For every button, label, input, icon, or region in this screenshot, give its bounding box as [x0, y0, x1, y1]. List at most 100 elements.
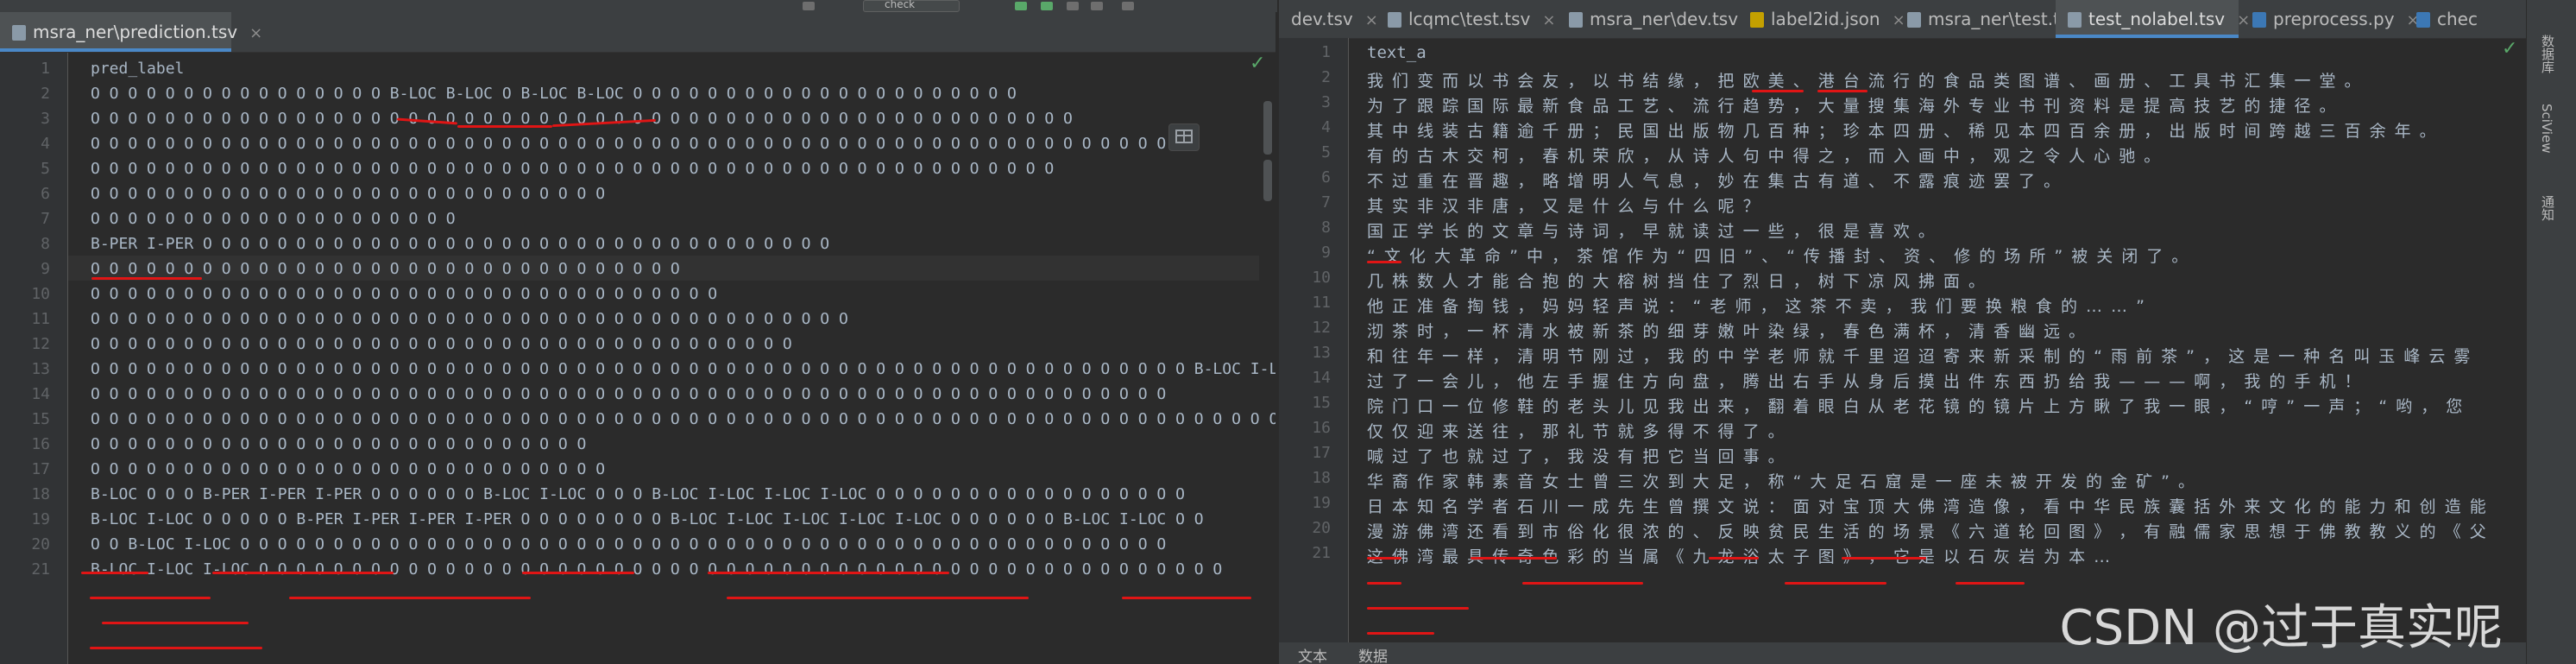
right-tool-sidebar: 数据库 SciView 通知: [2526, 0, 2576, 664]
text-line[interactable]: 日 本 知 名 学 者 石 川 一 成 先 生 曾 撰 文 说 ： 面 对 宝 …: [1367, 494, 2488, 517]
text-line[interactable]: 国 正 学 长 的 文 章 与 诗 词 ， 早 就 读 过 一 些 ， 很 是 …: [1367, 218, 1937, 242]
vertical-scrollbar-thumb[interactable]: [1263, 101, 1272, 155]
left-code-editor[interactable]: 1 pred_label 2 O O O O O O O O O O O O O O …: [0, 53, 1275, 664]
inspection-ok-icon[interactable]: ✓: [2502, 38, 2517, 60]
debug-icon[interactable]: [1041, 2, 1053, 10]
code-line[interactable]: B-LOC I-LOC O O O O O B-PER I-PER I-PER …: [91, 510, 1204, 528]
sidebar-database[interactable]: 数据库: [2539, 35, 2557, 73]
text-line[interactable]: 喊 过 了 也 就 过 了 ， 我 没 有 把 它 当 回 事 。: [1367, 444, 1786, 467]
table-view-icon[interactable]: [1168, 123, 1200, 151]
code-line[interactable]: O O O O O O O O O O O O O O O O O O O O …: [91, 185, 605, 203]
text-line[interactable]: text_a: [1367, 43, 1427, 62]
code-line[interactable]: O O O O O O O O O O O O O O O O O O O O …: [91, 385, 1166, 403]
stop-icon[interactable]: [1122, 2, 1134, 10]
coverage-icon[interactable]: [1067, 2, 1079, 10]
tab-msra-ner-test-tsv[interactable]: msra_ner\test.tsv×: [1895, 0, 2104, 38]
code-line[interactable]: O O O O O O O O O O O O O O O O O O O O …: [91, 310, 848, 328]
annotation-underline: [90, 597, 211, 599]
text-line[interactable]: 院 门 口 一 位 修 鞋 的 老 头 儿 见 我 出 来 ， 翻 着 眼 白 …: [1367, 394, 2464, 417]
text-line[interactable]: 我 们 变 而 以 书 会 友 ， 以 书 结 缘 ， 把 欧 美 、 港 台 …: [1367, 68, 2363, 92]
line-number: 2: [1321, 68, 1331, 86]
tab-msra-ner-dev-tsv[interactable]: msra_ner\dev.tsv×: [1557, 0, 1763, 38]
text-line[interactable]: 漫 游 佛 湾 还 看 到 市 俗 化 很 浓 的 、 反 映 贫 民 生 活 …: [1367, 519, 2488, 542]
code-line[interactable]: B-LOC O O O B-PER I-PER I-PER O O O O O …: [91, 485, 1185, 503]
watermark: CSDN @过于真实呢: [2059, 600, 2503, 656]
tsv-file-icon: [1569, 12, 1583, 28]
annotation-underline: [212, 572, 394, 574]
text-line[interactable]: “ 文 化 大 革 命 ” 中 ， 茶 馆 作 为 “ 四 旧 ” 、 “ 传 …: [1367, 243, 2189, 267]
toolbar-icon[interactable]: [803, 2, 815, 10]
text-line[interactable]: 有 的 古 木 交 柯 ， 春 机 荣 欣 ， 从 诗 人 句 中 得 之 ， …: [1367, 143, 2162, 167]
inspection-ok-icon[interactable]: ✓: [1250, 53, 1265, 74]
text-line[interactable]: 其 实 非 汉 非 唐 ， 又 是 什 么 与 什 么 呢 ？: [1367, 193, 1761, 217]
profile-icon[interactable]: [1091, 2, 1103, 10]
code-line[interactable]: B-LOC I-LOC I-LOC O O O O O O O O O O O …: [91, 560, 1222, 579]
code-line[interactable]: O O O O O O O O O O O O O O O O B-LOC B-…: [91, 85, 1017, 103]
tab-prediction-tsv[interactable]: msra_ner\prediction.tsv ×: [0, 12, 262, 52]
sidebar-sciview[interactable]: SciView: [2539, 104, 2554, 154]
line-number: 9: [41, 260, 50, 278]
annotation-underline: [1367, 582, 1401, 585]
code-line[interactable]: O O O O O O O O O O O O O O O O O O O O …: [91, 360, 1275, 378]
tab-text[interactable]: 文本: [1298, 644, 1327, 664]
line-number: 20: [31, 535, 50, 553]
sidebar-notifications[interactable]: 通知: [2539, 195, 2557, 221]
code-line[interactable]: O O O O O O O O O O O O O O O O O O O O …: [91, 410, 1275, 428]
line-number: 7: [1321, 193, 1331, 212]
text-line[interactable]: 过 了 一 会 儿 ， 他 左 手 握 住 方 向 盘 ， 腾 出 右 手 从 …: [1367, 369, 2363, 392]
tsv-file-icon: [1388, 12, 1401, 28]
text-line[interactable]: 仅 仅 迎 来 送 往 ， 那 礼 节 就 多 得 不 得 了 。: [1367, 419, 1786, 442]
code-line[interactable]: B-PER I-PER O O O O O O O O O O O O O O …: [91, 235, 829, 253]
close-icon[interactable]: ×: [1542, 11, 1555, 29]
text-line[interactable]: 和 往 年 一 样 ， 清 明 节 刚 过 ， 我 的 中 学 老 师 就 千 …: [1367, 344, 2472, 367]
run-icon[interactable]: [1015, 2, 1027, 10]
close-icon[interactable]: ×: [249, 24, 262, 42]
annotation-underline: [727, 597, 1029, 599]
line-number: 2: [41, 85, 50, 103]
text-line[interactable]: 其 中 线 装 古 籍 逾 千 册 ； 民 国 出 版 物 几 百 种 ； 珍 …: [1367, 118, 2438, 142]
tab-chec[interactable]: chec: [2404, 0, 2525, 38]
right-tab-bar: dev.tsv× lcqmc\test.tsv ×msra_ner\dev.tsv×…: [1279, 0, 2526, 39]
text-line[interactable]: 他 正 准 备 掏 钱 ， 妈 妈 轻 声 说 ： “ 老 师 ， 这 茶 不 …: [1367, 294, 2146, 317]
code-line[interactable]: O O O O O O O O O O O O O O O O O O O O …: [91, 135, 1166, 153]
text-line[interactable]: 这 佛 湾 最 具 传 奇 色 彩 的 当 属 《 九 龙 浴 太 子 图 》 …: [1367, 544, 2112, 567]
annotation-underline: [1367, 557, 1401, 560]
run-config-combo[interactable]: check: [863, 0, 960, 12]
text-line[interactable]: 华 裔 作 家 韩 素 音 女 士 曾 三 次 到 大 足 ， 称 “ 大 足 …: [1367, 469, 2196, 492]
vertical-scrollbar-thumb[interactable]: [1263, 160, 1272, 201]
tab-label: chec: [2437, 9, 2478, 29]
tab-lcqmc-test-tsv[interactable]: lcqmc\test.tsv ×: [1376, 0, 1555, 38]
tab-preprocess-py[interactable]: preprocess.py ×: [2240, 0, 2420, 38]
tab-test-nolabel-tsv[interactable]: test_nolabel.tsv ×: [2056, 0, 2250, 38]
text-line[interactable]: 沏 茶 时 ， 一 杯 清 水 被 新 茶 的 细 芽 嫩 叶 染 绿 ， 春 …: [1367, 319, 2087, 342]
code-line[interactable]: pred_label: [91, 60, 184, 78]
line-number: 20: [1312, 519, 1331, 537]
code-line[interactable]: O O O O O O O O O O O O O O O O O O O O …: [91, 160, 1054, 178]
code-line[interactable]: O O O O O O O O O O O O O O O O O O O O …: [91, 435, 586, 453]
code-line[interactable]: O O O O O O O O O O O O O O O O O O O O …: [91, 335, 792, 353]
tab-data[interactable]: 数据: [1358, 644, 1388, 664]
top-toolbar-strip: check: [0, 0, 1277, 12]
python-file-icon: [2252, 12, 2266, 28]
text-line[interactable]: 几 株 数 人 才 能 合 抱 的 大 榕 树 挡 住 了 烈 日 ， 树 下 …: [1367, 269, 1987, 292]
annotation-underline: [1367, 261, 1401, 263]
tab-label2id-json[interactable]: label2id.json ×: [1738, 0, 1905, 38]
code-line[interactable]: O O O O O O O O O O O O O O O O O O O O …: [91, 460, 605, 478]
line-number: 21: [31, 560, 50, 579]
text-line[interactable]: 不 过 重 在 晋 趣 ， 略 增 明 人 气 息 ， 妙 在 集 古 有 道 …: [1367, 168, 2062, 192]
line-number: 19: [1312, 494, 1331, 512]
text-line[interactable]: 为 了 跟 踪 国 际 最 新 食 品 工 艺 、 流 行 趋 势 ， 大 量 …: [1367, 93, 2338, 117]
code-line[interactable]: O O O O O O O O O O O O O O O O O O O O …: [91, 260, 680, 278]
annotation-underline: [1471, 557, 1557, 560]
code-line[interactable]: O O B-LOC I-LOC O O O O O O O O O O O O …: [91, 535, 1166, 553]
line-number: 15: [31, 410, 50, 428]
code-line[interactable]: O O O O O O O O O O O O O O O O O O O O: [91, 210, 456, 228]
annotation-underline: [1367, 607, 1469, 610]
annotation-underline: [1817, 90, 1867, 92]
line-number: 5: [1321, 143, 1331, 161]
tab-dev-tsv[interactable]: dev.tsv ×: [1279, 0, 1378, 38]
right-code-editor[interactable]: 1 text_a 2 我 们 变 而 以 书 会 友 ， 以 书 结 缘 ， 把 欧 …: [1279, 38, 2526, 642]
line-number: 1: [41, 60, 50, 78]
left-tab-bar: msra_ner\prediction.tsv ×: [0, 12, 1275, 53]
code-line[interactable]: O O O O O O O O O O O O O O O O O O O O …: [91, 285, 717, 303]
